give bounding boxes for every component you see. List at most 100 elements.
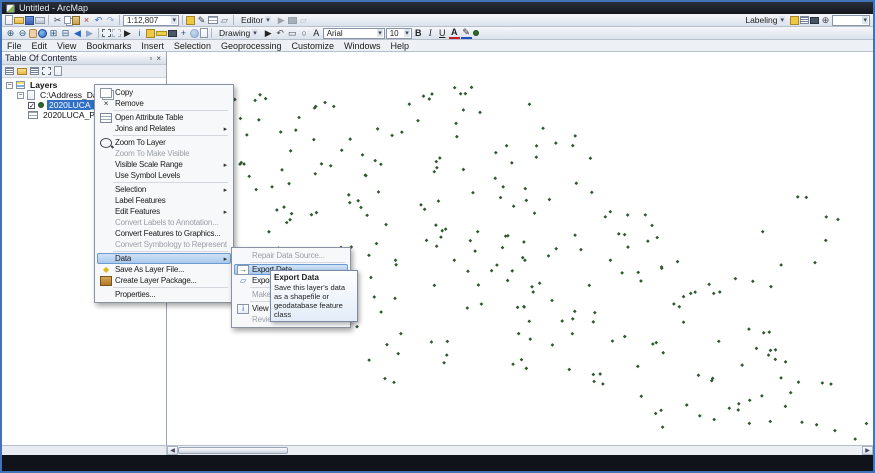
expander-icon[interactable]: − bbox=[6, 82, 13, 89]
labeling-toolbar-menu[interactable]: Labeling▾ bbox=[741, 15, 789, 26]
expander-icon[interactable]: − bbox=[17, 92, 24, 99]
menu-item-zoom-to-make-visible[interactable]: Zoom To Make Visible bbox=[97, 148, 231, 159]
lock-labels-icon[interactable]: ⊕ bbox=[820, 15, 831, 26]
menu-item-convert-symbology-to-representation[interactable]: Convert Symbology to Representation... bbox=[97, 239, 231, 250]
label-weight-icon[interactable] bbox=[810, 17, 819, 24]
menu-item-edit-features[interactable]: Edit Features▸ bbox=[97, 206, 231, 217]
time-slider-icon[interactable] bbox=[190, 29, 199, 38]
underline-icon[interactable]: U bbox=[437, 28, 448, 39]
menu-item-convert-features-to-graphics[interactable]: Convert Features to Graphics... bbox=[97, 228, 231, 239]
scroll-left-icon[interactable]: ◀ bbox=[167, 446, 178, 455]
text-tool-icon[interactable]: A bbox=[311, 28, 322, 39]
menu-item-data[interactable]: Data▸ bbox=[97, 253, 231, 264]
identify-icon[interactable]: i bbox=[134, 28, 145, 39]
edit-arrow-icon[interactable]: ▶ bbox=[276, 15, 287, 26]
menu-item-save-as-layer-file[interactable]: ◆Save As Layer File... bbox=[97, 264, 231, 275]
horizontal-scrollbar[interactable]: ◀ ▶ bbox=[167, 446, 873, 455]
zoom-out-icon[interactable]: ⊖ bbox=[17, 28, 28, 39]
copy-icon[interactable] bbox=[64, 16, 71, 24]
go-to-xy-icon[interactable]: + bbox=[178, 28, 189, 39]
toc-close-icon[interactable]: × bbox=[154, 54, 163, 63]
menu-item-convert-labels-to-annotation[interactable]: Convert Labels to Annotation... bbox=[97, 217, 231, 228]
label-manager-icon[interactable] bbox=[790, 16, 799, 25]
hyperlink-icon[interactable] bbox=[146, 29, 155, 38]
measure-icon[interactable] bbox=[156, 31, 167, 36]
fixed-zoom-in-icon[interactable]: ⊞ bbox=[48, 28, 59, 39]
menu-file[interactable]: File bbox=[2, 41, 27, 51]
menu-windows[interactable]: Windows bbox=[339, 41, 386, 51]
menu-edit[interactable]: Edit bbox=[27, 41, 53, 51]
menu-item-remove[interactable]: ×Remove bbox=[97, 98, 231, 109]
rotate-element-icon[interactable]: ↶ bbox=[275, 28, 286, 39]
font-family-combo[interactable]: Arial▾ bbox=[323, 28, 385, 39]
undo-icon[interactable]: ↶ bbox=[93, 15, 104, 26]
list-by-selection-icon[interactable] bbox=[42, 67, 51, 75]
menu-item-label-features[interactable]: Label Features bbox=[97, 195, 231, 206]
label-priority-icon[interactable] bbox=[800, 16, 809, 24]
delete-icon[interactable]: × bbox=[81, 15, 92, 26]
menu-item-copy[interactable]: Copy bbox=[97, 87, 231, 98]
menu-geoprocessing[interactable]: Geoprocessing bbox=[216, 41, 287, 51]
toc-options-icon[interactable] bbox=[54, 66, 62, 76]
menu-bookmarks[interactable]: Bookmarks bbox=[81, 41, 136, 51]
list-by-drawing-order-icon[interactable] bbox=[5, 67, 14, 75]
label-engine-combo[interactable]: ▾ bbox=[832, 15, 870, 26]
font-size-combo[interactable]: 10▾ bbox=[386, 28, 412, 39]
menu-insert[interactable]: Insert bbox=[136, 41, 169, 51]
select-features-icon[interactable] bbox=[102, 29, 111, 37]
menu-item-properties[interactable]: Properties... bbox=[97, 289, 231, 300]
new-document-icon[interactable] bbox=[5, 15, 13, 25]
map-scale-combo[interactable]: 1:12,807▾ bbox=[123, 15, 179, 26]
menu-item-visible-scale-range[interactable]: Visible Scale Range▸ bbox=[97, 159, 231, 170]
open-folder-icon[interactable] bbox=[14, 17, 24, 24]
forward-extent-icon[interactable]: ▶ bbox=[84, 28, 95, 39]
bold-icon[interactable]: B bbox=[413, 28, 424, 39]
scrollbar-thumb[interactable] bbox=[178, 447, 288, 454]
list-by-visibility-icon[interactable] bbox=[30, 67, 39, 75]
editor-toolbar-menu[interactable]: Editor▾ bbox=[237, 15, 275, 26]
menu-selection[interactable]: Selection bbox=[169, 41, 216, 51]
menu-item-joins-and-relates[interactable]: Joins and Relates▸ bbox=[97, 123, 231, 134]
menu-item-zoom-to-layer[interactable]: Zoom To Layer bbox=[97, 137, 231, 148]
redo-icon[interactable]: ↷ bbox=[105, 15, 116, 26]
line-color-icon[interactable]: ✎ bbox=[461, 28, 472, 39]
save-icon[interactable] bbox=[25, 16, 34, 25]
menu-help[interactable]: Help bbox=[386, 41, 415, 51]
add-data-icon[interactable] bbox=[186, 16, 195, 25]
pan-icon[interactable] bbox=[29, 29, 37, 38]
address-point bbox=[435, 244, 439, 248]
clear-selection-icon[interactable] bbox=[112, 29, 121, 37]
select-elements-icon[interactable]: ▶ bbox=[122, 28, 133, 39]
editor-pencil-icon[interactable]: ✎ bbox=[196, 15, 207, 26]
edit-vertices-icon[interactable]: ▱ bbox=[298, 15, 309, 26]
zoom-in-icon[interactable]: ⊕ bbox=[5, 28, 16, 39]
menu-view[interactable]: View bbox=[52, 41, 81, 51]
italic-icon[interactable]: I bbox=[425, 28, 436, 39]
attributes-table-icon[interactable] bbox=[208, 16, 218, 24]
paste-icon[interactable] bbox=[72, 16, 80, 25]
print-icon[interactable] bbox=[35, 17, 45, 24]
drawing-toolbar-menu[interactable]: Drawing▾ bbox=[215, 28, 262, 39]
draw-circle-icon[interactable]: ○ bbox=[299, 28, 310, 39]
menu-customize[interactable]: Customize bbox=[287, 41, 340, 51]
fill-color-icon[interactable] bbox=[473, 30, 479, 36]
draw-select-icon[interactable]: ▶ bbox=[263, 28, 274, 39]
sketch-tool-icon[interactable]: ▱ bbox=[219, 15, 230, 26]
full-extent-icon[interactable] bbox=[38, 29, 47, 38]
menu-item-create-layer-package[interactable]: Create Layer Package... bbox=[97, 275, 231, 286]
list-by-source-icon[interactable] bbox=[17, 68, 27, 75]
layer-checkbox[interactable]: ✓ bbox=[28, 102, 35, 109]
find-icon[interactable] bbox=[168, 30, 177, 37]
draw-shape-icon[interactable]: ▭ bbox=[287, 28, 298, 39]
create-features-icon[interactable] bbox=[288, 17, 297, 24]
scroll-right-icon[interactable]: ▶ bbox=[862, 446, 873, 455]
font-color-icon[interactable]: A bbox=[449, 28, 460, 39]
cut-icon[interactable]: ✂ bbox=[52, 15, 63, 26]
back-extent-icon[interactable]: ◀ bbox=[72, 28, 83, 39]
menu-item-repair-data-source[interactable]: Repair Data Source... bbox=[234, 250, 348, 261]
menu-item-selection[interactable]: Selection▸ bbox=[97, 184, 231, 195]
fixed-zoom-out-icon[interactable]: ⊟ bbox=[60, 28, 71, 39]
menu-item-open-attribute-table[interactable]: Open Attribute Table bbox=[97, 112, 231, 123]
viewer-window-icon[interactable] bbox=[200, 28, 208, 38]
menu-item-use-symbol-levels[interactable]: Use Symbol Levels bbox=[97, 170, 231, 181]
